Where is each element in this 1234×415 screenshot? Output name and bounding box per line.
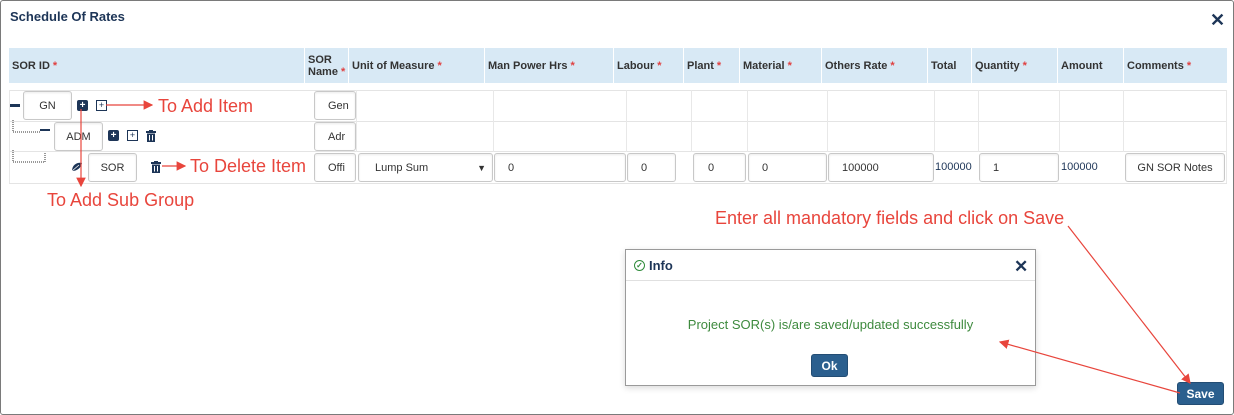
row-divider [9, 90, 1227, 91]
col-divider [356, 90, 357, 152]
man-power-hrs-input[interactable]: 0 [494, 153, 626, 182]
header-others-rate: Others Rate * [822, 48, 928, 83]
header-quantity: Quantity * [972, 48, 1058, 83]
dialog-title-text: Info [649, 258, 673, 273]
col-divider [934, 90, 935, 152]
row-divider [9, 121, 1227, 122]
close-icon[interactable]: ✕ [1210, 11, 1225, 29]
col-divider [1123, 90, 1124, 152]
trash-icon[interactable] [146, 130, 156, 142]
header-amount: Amount [1058, 48, 1124, 83]
header-unit-of-measure: Unit of Measure * [349, 48, 485, 83]
add-sub-group-icon[interactable]: + [108, 130, 119, 141]
chevron-down-icon: ▼ [477, 163, 486, 173]
sor-id-input[interactable]: ADM [54, 122, 103, 151]
add-item-icon[interactable]: + [96, 100, 107, 111]
material-input[interactable]: 0 [748, 153, 827, 182]
col-divider [626, 90, 627, 152]
dialog-header: ✓ Info ✕ [626, 250, 1035, 281]
col-divider [493, 90, 494, 152]
close-icon[interactable]: ✕ [1014, 258, 1028, 275]
unit-of-measure-select[interactable]: Lump Sum ▼ [358, 153, 493, 182]
sor-name-input[interactable]: Offi [314, 153, 356, 182]
col-divider [978, 90, 979, 152]
labour-input[interactable]: 0 [627, 153, 676, 182]
sor-name-input[interactable]: Adr [314, 122, 356, 151]
dialog-title: ✓ Info [634, 258, 673, 273]
add-sub-group-icon[interactable]: + [77, 100, 88, 111]
check-circle-icon: ✓ [634, 260, 645, 271]
col-divider [1059, 90, 1060, 152]
header-total: Total [928, 48, 972, 83]
row-divider [9, 183, 1227, 184]
dialog-message: Project SOR(s) is/are saved/updated succ… [687, 317, 974, 332]
leaf-icon [71, 162, 83, 172]
annotation-add-item: To Add Item [158, 96, 254, 116]
header-sor-name: SOR Name * [305, 48, 349, 83]
annotation-delete-item: To Delete Item [190, 156, 307, 176]
total-value: 100000 [935, 161, 972, 173]
col-divider [747, 90, 748, 152]
annotation-save-hint: Enter all mandatory fields and click on … [715, 208, 1065, 228]
comments-input[interactable]: GN SOR Notes [1125, 153, 1225, 182]
save-button[interactable]: Save [1177, 382, 1224, 405]
sor-id-input[interactable]: GN [23, 91, 72, 120]
table-header: SOR ID * SOR Name * Unit of Measure * Man P… [9, 48, 1227, 83]
header-comments: Comments * [1127, 59, 1192, 72]
unit-of-measure-value: Lump Sum [375, 161, 429, 174]
col-divider [1226, 90, 1227, 183]
row-divider [9, 151, 1227, 152]
header-labour: Labour * [614, 48, 684, 83]
ok-button[interactable]: Ok [811, 354, 848, 377]
trash-icon[interactable] [151, 161, 161, 173]
plant-input[interactable]: 0 [693, 153, 746, 182]
others-rate-input[interactable]: 100000 [828, 153, 934, 182]
sor-name-input[interactable]: Gen [314, 91, 356, 120]
amount-value: 100000 [1061, 161, 1098, 173]
header-man-power-hrs: Man Power Hrs * [485, 48, 614, 83]
schedule-of-rates-modal: Schedule Of Rates ✕ SOR ID * SOR Name * Un… [0, 0, 1234, 415]
collapse-icon[interactable] [10, 104, 20, 107]
header-material: Material * [740, 48, 822, 83]
col-divider [827, 90, 828, 152]
sor-id-input[interactable]: SOR [88, 153, 137, 182]
info-dialog: ✓ Info ✕ Project SOR(s) is/are saved/upd… [625, 249, 1036, 386]
quantity-input[interactable]: 1 [979, 153, 1059, 182]
col-divider [691, 90, 692, 152]
header-plant: Plant * [684, 48, 740, 83]
annotation-add-sub-group: To Add Sub Group [47, 190, 195, 210]
modal-title: Schedule Of Rates [10, 9, 125, 24]
header-sor-id: SOR ID * [9, 48, 305, 83]
add-item-icon[interactable]: + [127, 130, 138, 141]
